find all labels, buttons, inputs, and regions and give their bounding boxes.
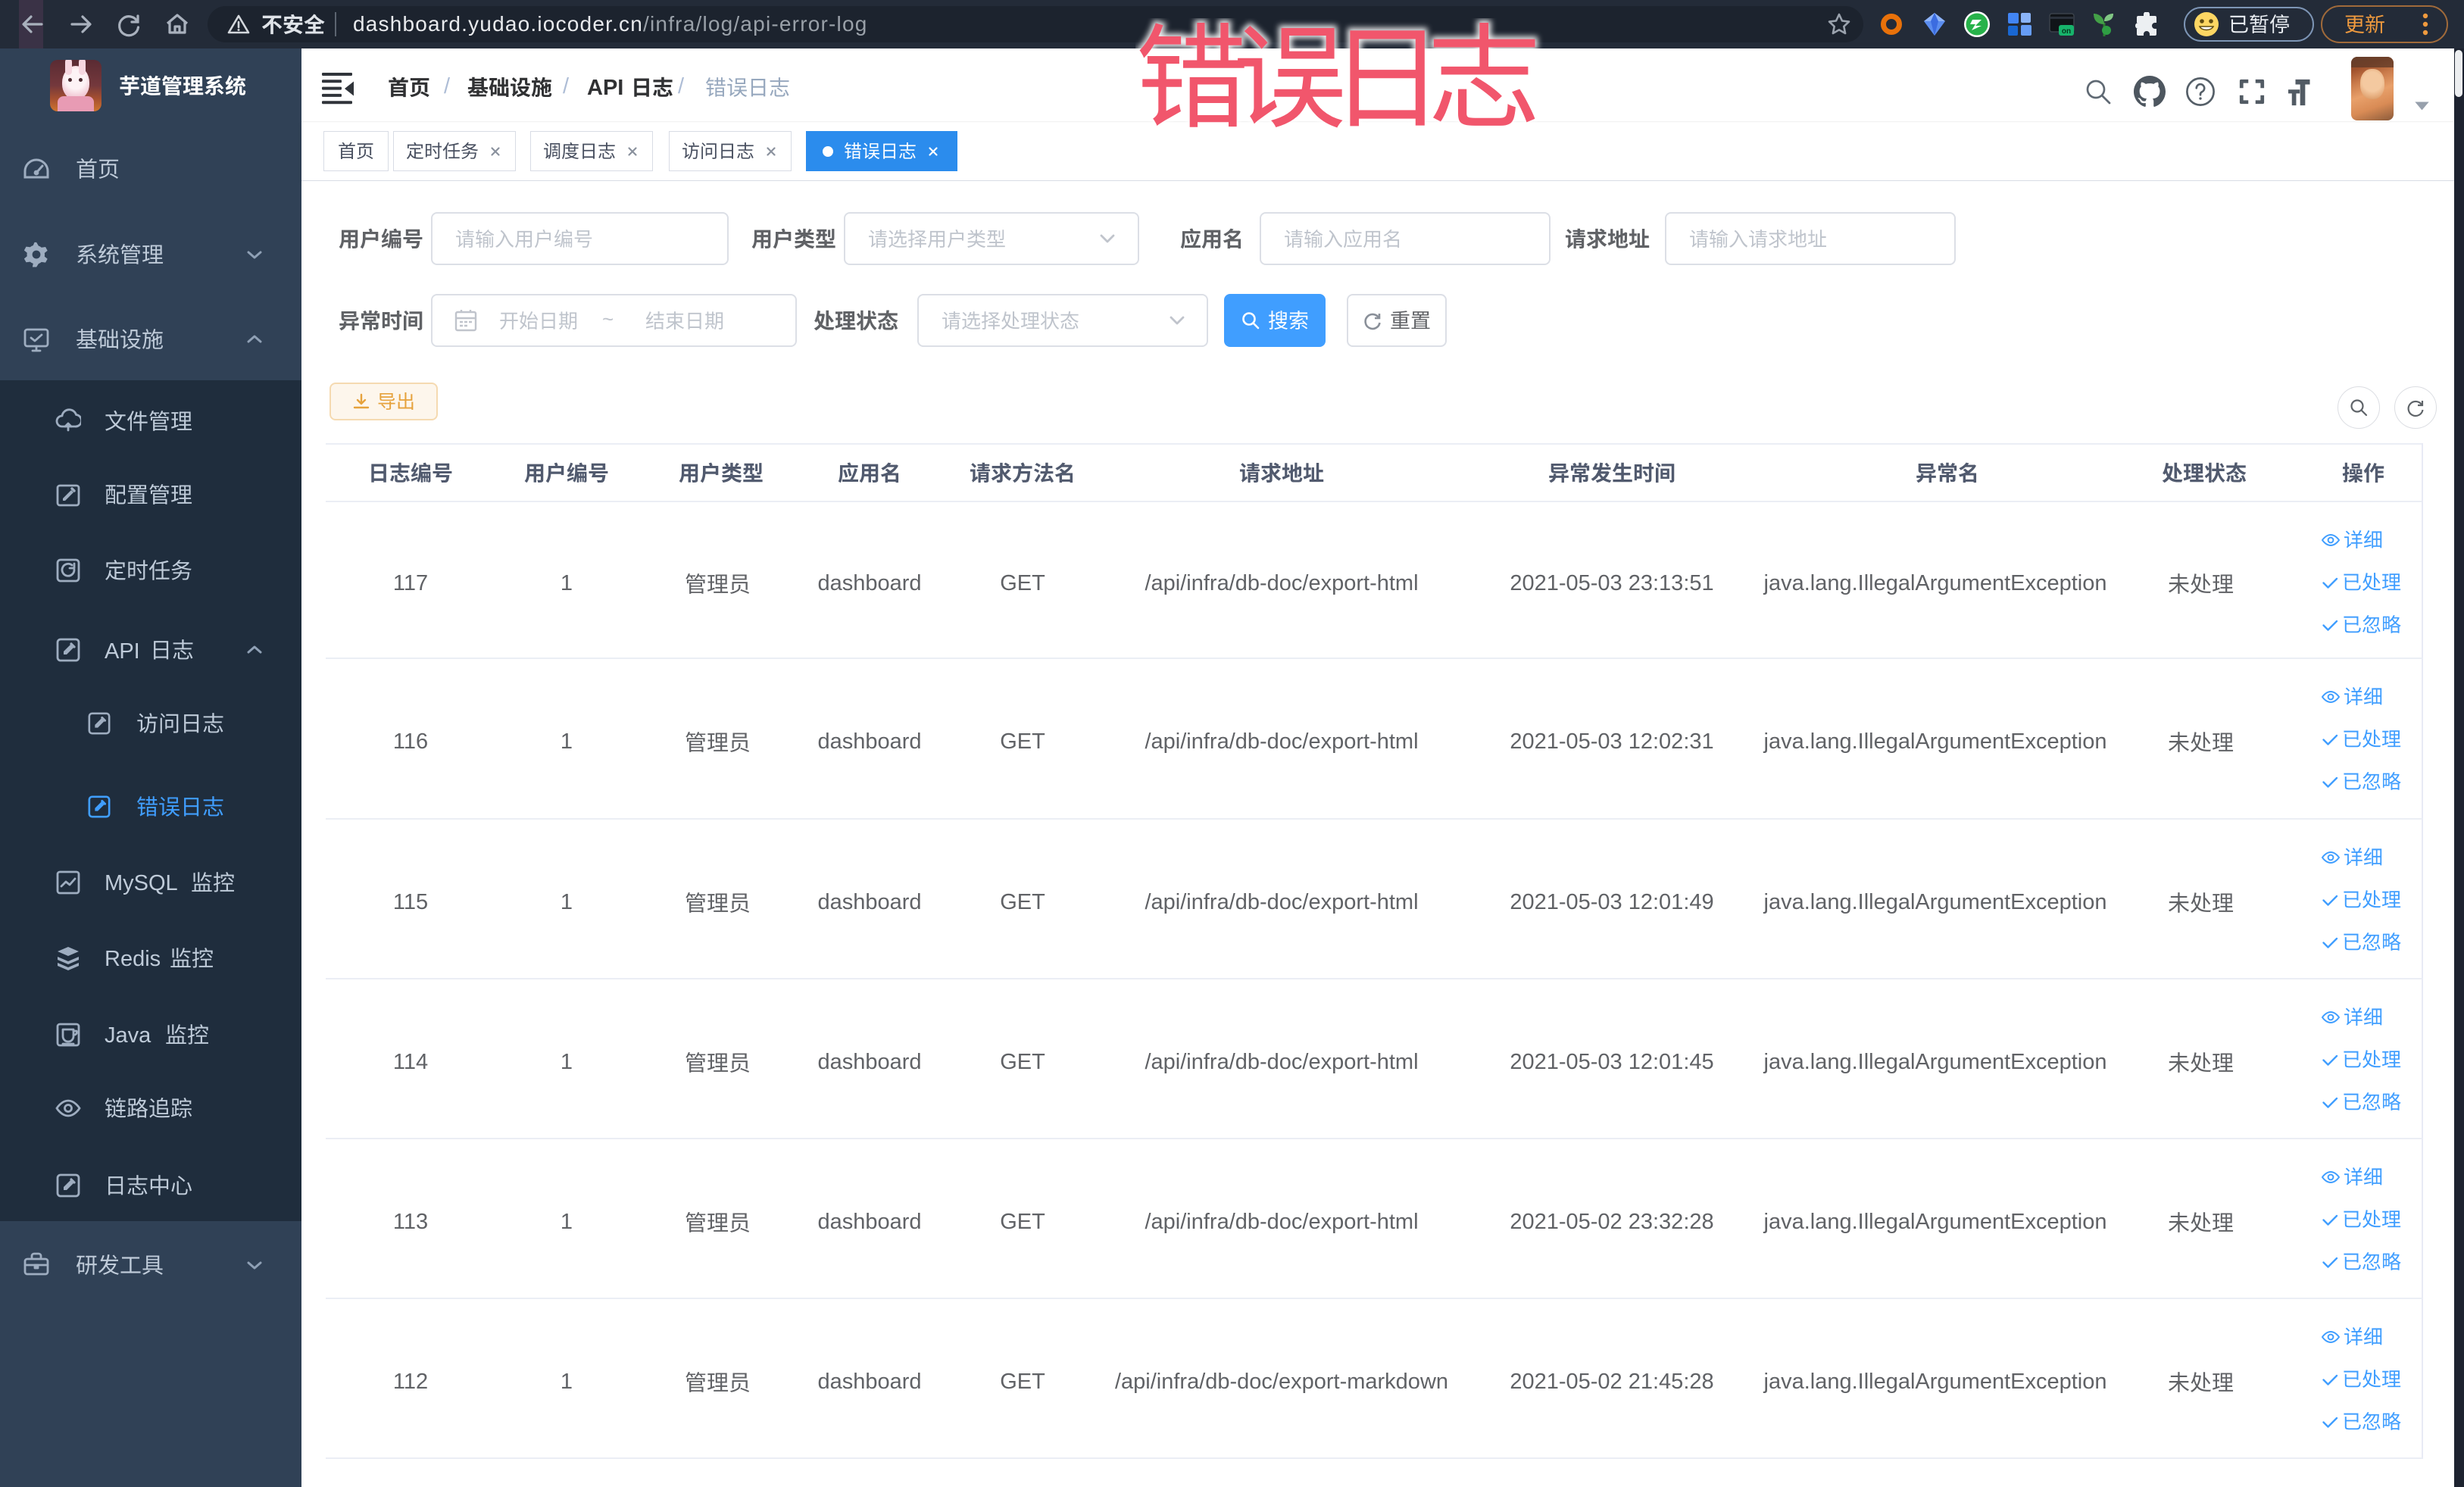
svg-text:on: on [2062, 27, 2071, 36]
